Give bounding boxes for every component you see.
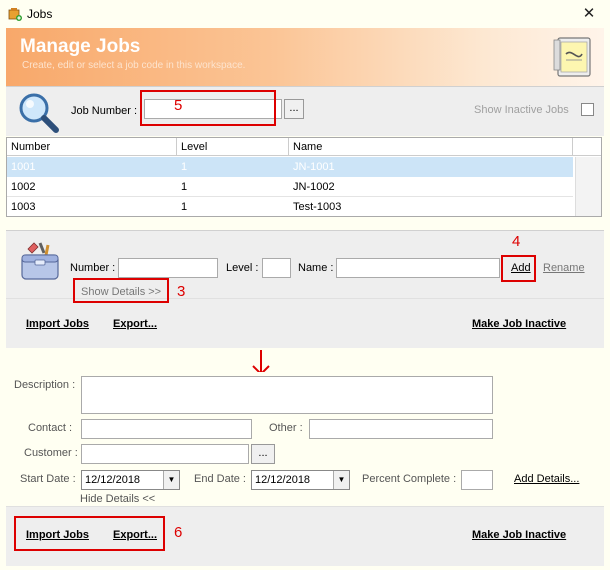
end-date-picker[interactable]: 12/12/2018 ▼	[251, 470, 350, 490]
rename-button[interactable]: Rename	[543, 262, 585, 274]
percent-complete-input[interactable]	[461, 470, 493, 490]
customer-browse-button[interactable]: ...	[251, 444, 275, 464]
page-header: Manage Jobs Create, edit or select a job…	[6, 28, 604, 86]
start-date-label: Start Date :	[20, 473, 76, 485]
job-number-label: Job Number :	[71, 105, 138, 117]
show-inactive-label: Show Inactive Jobs	[474, 104, 569, 116]
new-job-number-input[interactable]	[118, 258, 218, 278]
make-job-inactive-link[interactable]: Make Job Inactive	[472, 529, 566, 541]
end-date-value: 12/12/2018	[255, 474, 311, 486]
page-title: Manage Jobs	[20, 36, 141, 57]
annotation-number-5: 5	[174, 97, 183, 114]
customer-label: Customer :	[24, 447, 78, 459]
chevron-down-icon[interactable]: ▼	[333, 471, 349, 489]
new-job-level-input[interactable]	[262, 258, 291, 278]
percent-complete-label: Percent Complete :	[362, 473, 457, 485]
make-job-inactive-link[interactable]: Make Job Inactive	[472, 318, 566, 330]
job-details-form: Description : Contact : Other : Customer…	[6, 372, 604, 505]
description-label: Description :	[14, 379, 76, 391]
cell-name: JN-1001	[293, 161, 335, 173]
annotation-number-4: 4	[512, 233, 521, 250]
action-bar-top: Import Jobs Export... Make Job Inactive	[6, 298, 604, 348]
job-search-panel: Job Number : ... Show Inactive Jobs	[6, 86, 604, 136]
job-number-browse-button[interactable]: ...	[284, 99, 304, 119]
magnifier-icon	[19, 93, 59, 133]
jobs-table: Number Level Name 1001 1 JN-1001 1002 1 …	[6, 137, 602, 217]
title-bar	[0, 0, 610, 28]
annotation-box-3	[73, 278, 169, 303]
level-label: Level :	[226, 262, 259, 274]
annotation-box-5	[140, 90, 276, 126]
annotation-box-6	[14, 516, 165, 551]
customer-input[interactable]	[81, 444, 249, 464]
cell-number: 1003	[11, 201, 36, 213]
table-row[interactable]: 1001 1 JN-1001	[7, 157, 573, 177]
name-label: Name :	[298, 262, 334, 274]
window-title: Jobs	[27, 7, 53, 21]
cell-level: 1	[181, 181, 188, 193]
cell-level: 1	[181, 201, 188, 213]
other-label: Other :	[269, 422, 303, 434]
toolbox-icon	[21, 242, 59, 280]
contact-input[interactable]	[81, 419, 252, 439]
cell-level: 1	[181, 161, 188, 173]
app-icon	[8, 8, 22, 21]
column-header-name[interactable]: Name	[289, 138, 573, 156]
table-header: Number Level Name	[7, 138, 601, 156]
cell-name: Test-1003	[293, 201, 342, 213]
import-jobs-link[interactable]: Import Jobs	[26, 318, 89, 330]
annotation-number-6: 6	[174, 524, 183, 541]
other-input[interactable]	[309, 419, 493, 439]
start-date-value: 12/12/2018	[85, 474, 141, 486]
notepad-icon	[553, 37, 591, 77]
cell-number: 1001	[11, 161, 36, 173]
cell-name: JN-1002	[293, 181, 335, 193]
show-inactive-checkbox[interactable]	[581, 103, 594, 116]
page-subtitle: Create, edit or select a job code in thi…	[22, 60, 246, 71]
table-row[interactable]: 1003 1 Test-1003	[7, 197, 573, 217]
cell-number: 1002	[11, 181, 36, 193]
new-job-name-input[interactable]	[336, 258, 500, 278]
chevron-down-icon[interactable]: ▼	[163, 471, 179, 489]
end-date-label: End Date :	[194, 473, 246, 485]
annotation-box-4	[501, 255, 536, 282]
annotation-number-3: 3	[177, 283, 186, 300]
column-header-level[interactable]: Level	[177, 138, 289, 156]
hide-details-link[interactable]: Hide Details <<	[80, 493, 155, 505]
table-row[interactable]: 1002 1 JN-1002	[7, 177, 573, 197]
contact-label: Contact :	[28, 422, 73, 434]
export-link[interactable]: Export...	[113, 318, 157, 330]
table-scrollbar[interactable]	[575, 157, 601, 216]
add-details-link[interactable]: Add Details...	[514, 473, 579, 485]
number-label: Number :	[70, 262, 116, 274]
start-date-picker[interactable]: 12/12/2018 ▼	[81, 470, 180, 490]
column-header-number[interactable]: Number	[7, 138, 177, 156]
close-button[interactable]: ✕	[577, 4, 601, 24]
description-input[interactable]	[81, 376, 493, 414]
